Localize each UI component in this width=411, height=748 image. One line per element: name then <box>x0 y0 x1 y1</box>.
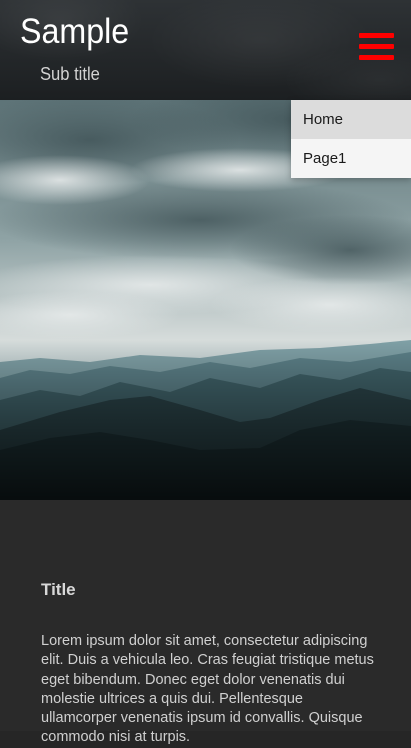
content-body: Lorem ipsum dolor sit amet, consectetur … <box>41 633 374 746</box>
site-title[interactable]: Sample <box>20 10 129 54</box>
nav-item-page1[interactable]: Page1 <box>291 139 411 178</box>
nav-item-home[interactable]: Home <box>291 100 411 139</box>
main-content: Title Lorem ipsum dolor sit amet, consec… <box>0 500 411 745</box>
menu-bar <box>359 33 394 38</box>
menu-bar <box>359 55 394 60</box>
site-subtitle: Sub title <box>40 64 100 84</box>
menu-bar <box>359 44 394 49</box>
hamburger-menu-icon[interactable] <box>359 33 394 61</box>
site-header: Sample Sub title <box>0 0 411 100</box>
content-title: Title <box>41 580 76 599</box>
nav-dropdown-menu: Home Page1 <box>291 100 411 178</box>
